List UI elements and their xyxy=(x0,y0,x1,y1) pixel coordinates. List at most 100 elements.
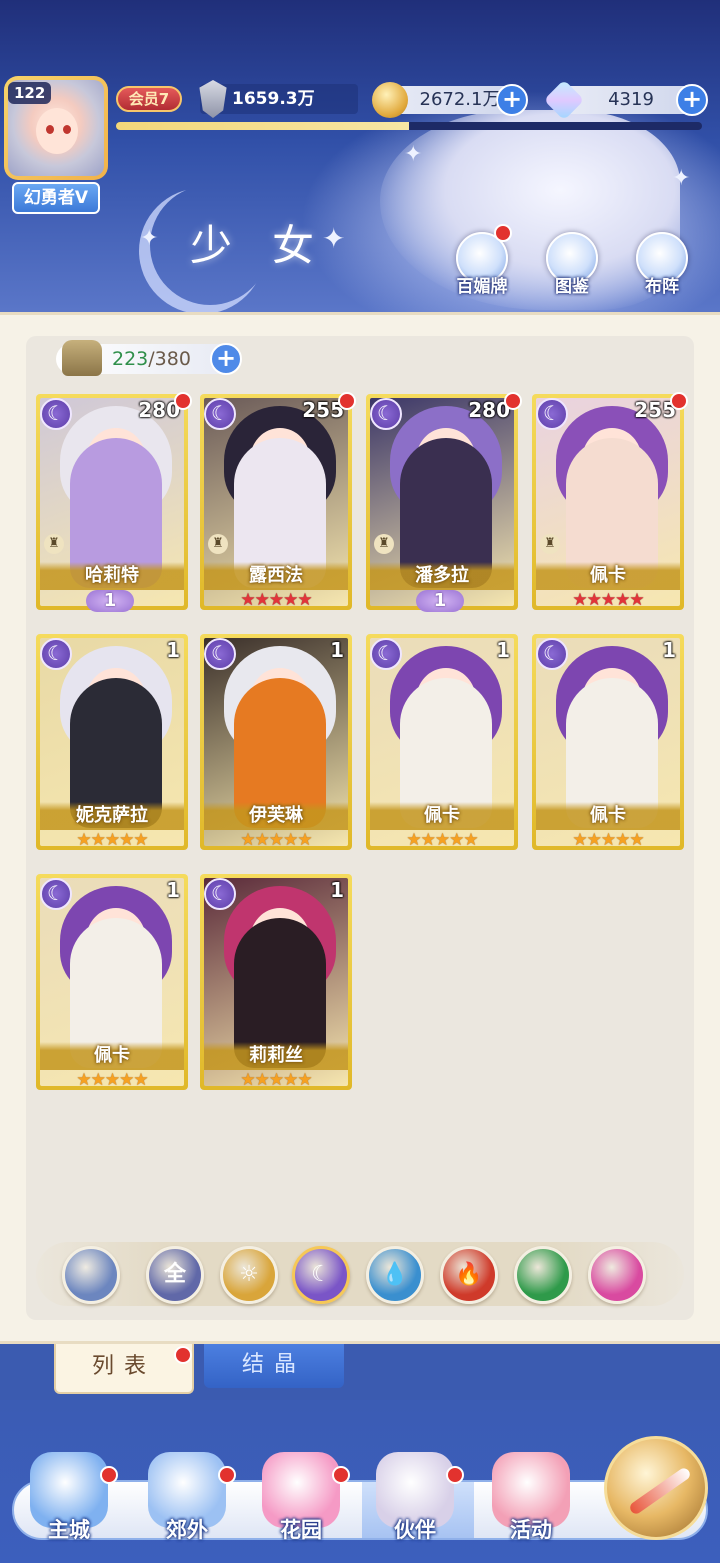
nav-label: 活动 xyxy=(510,1518,552,1542)
compass-icon[interactable] xyxy=(604,1436,708,1540)
avatar-eye xyxy=(46,125,54,134)
moon-element-icon: ☾ xyxy=(40,398,72,430)
tab-crystal[interactable]: 结晶 xyxy=(204,1344,344,1388)
moon-element-icon: ☾ xyxy=(204,878,236,910)
card-name: 露西法 xyxy=(204,562,348,590)
combat-power-value: 1659.3万 xyxy=(232,89,315,109)
gallery-button[interactable]: 图鉴 xyxy=(540,232,604,297)
awaken-wing-badge: 1 xyxy=(86,590,134,612)
star-rating: ★★★★★ xyxy=(240,1070,312,1090)
partner-card[interactable]: ☾ 1 佩卡 ★★★★★ xyxy=(366,634,518,850)
moon-element-icon: ☾ xyxy=(536,638,568,670)
moon-element-icon: ☾ xyxy=(370,398,402,430)
rank-shield-icon xyxy=(199,80,227,118)
partner-card[interactable]: ☾ 1 佩卡 ★★★★★ xyxy=(36,874,188,1090)
wind-icon[interactable] xyxy=(514,1246,572,1304)
sparkle-icon: ✦ xyxy=(404,142,423,167)
all-icon[interactable]: 全 xyxy=(146,1246,204,1304)
wing-emblem-icon[interactable] xyxy=(62,1246,120,1304)
nav-label: 花园 xyxy=(280,1518,322,1542)
water-icon[interactable]: 💧 xyxy=(366,1246,424,1304)
card-name: 佩卡 xyxy=(40,1042,184,1070)
card-name: 佩卡 xyxy=(536,562,680,590)
moon-icon[interactable]: ☾ xyxy=(292,1246,350,1304)
gold-currency: 2672.1万 + xyxy=(372,82,528,118)
notification-dot xyxy=(174,1346,192,1364)
notification-dot xyxy=(100,1466,118,1484)
awaken-wing-badge: 1 xyxy=(416,590,464,612)
orb-icon[interactable] xyxy=(588,1246,646,1304)
card-name: 佩卡 xyxy=(536,802,680,830)
add-gold-button[interactable]: + xyxy=(496,84,528,116)
moon-element-icon: ☾ xyxy=(536,398,568,430)
star-rating: ★★★★★ xyxy=(572,590,644,610)
card-name: 潘多拉 xyxy=(370,562,514,590)
star-rating: ★★★★★ xyxy=(240,590,312,610)
experience-fill xyxy=(116,122,409,130)
nav-gift[interactable]: 活动 xyxy=(476,1452,586,1544)
nav-gate[interactable]: 郊外 xyxy=(132,1452,242,1544)
nav-castle[interactable]: 主城 xyxy=(14,1452,124,1544)
notification-dot xyxy=(332,1466,350,1484)
fire-icon[interactable]: 🔥 xyxy=(440,1246,498,1304)
add-gem-button[interactable]: + xyxy=(676,84,708,116)
sparkle-icon: ✦ xyxy=(672,166,691,191)
partner-card[interactable]: ☾ 1 妮克萨拉 ★★★★★ xyxy=(36,634,188,850)
notification-dot xyxy=(670,392,688,410)
partner-card[interactable]: ☾ 280 ♜ 哈莉特 1 xyxy=(36,392,192,612)
partner-card[interactable]: ☾ 255 ♜ 佩卡 ★★★★★ xyxy=(532,392,688,610)
header: ✦ ✦ ✦ ✦ xyxy=(0,0,720,315)
card-name: 莉莉丝 xyxy=(204,1042,348,1070)
card-deck-label: 百媚牌 xyxy=(456,277,508,297)
moon-element-icon: ☾ xyxy=(40,878,72,910)
card-level: 1 xyxy=(496,638,510,662)
star-rating: ★★★★★ xyxy=(406,830,478,850)
gold-amount: 2672.1万 xyxy=(419,89,501,110)
roster-capacity: 223/380 + xyxy=(56,340,242,376)
gallery-label: 图鉴 xyxy=(555,277,589,297)
partner-card[interactable]: ☾ 1 莉莉丝 ★★★★★ xyxy=(200,874,352,1090)
partner-card[interactable]: ☾ 1 伊芙琳 ★★★★★ xyxy=(200,634,352,850)
notification-dot xyxy=(218,1466,236,1484)
nav-heart-garden[interactable]: 花园 xyxy=(246,1452,356,1544)
element-filter-bar xyxy=(36,1242,684,1306)
capacity-current: 223 xyxy=(112,348,149,370)
gem-amount: 4319 xyxy=(608,89,654,110)
card-name: 哈莉特 xyxy=(40,562,184,590)
nav-partner[interactable]: 伙伴 xyxy=(360,1452,470,1544)
nav-label: 郊外 xyxy=(166,1518,208,1542)
nav-label: 主城 xyxy=(48,1518,90,1542)
player-name: 幻勇者V xyxy=(12,182,100,214)
notification-dot xyxy=(338,392,356,410)
gem-currency: 4319 + xyxy=(543,79,708,121)
tab-list[interactable]: 列表 xyxy=(54,1344,194,1394)
nav-label: 伙伴 xyxy=(394,1518,436,1542)
sun-icon[interactable]: ☼ xyxy=(220,1246,278,1304)
notification-dot xyxy=(174,392,192,410)
expand-capacity-button[interactable]: + xyxy=(210,343,242,375)
avatar-face xyxy=(36,108,78,154)
star-rating: ★★★★★ xyxy=(76,830,148,850)
moon-element-icon: ☾ xyxy=(204,638,236,670)
partner-card[interactable]: ☾ 1 佩卡 ★★★★★ xyxy=(532,634,684,850)
formation-label: 布阵 xyxy=(645,277,679,297)
card-name: 妮克萨拉 xyxy=(40,802,184,830)
partner-card[interactable]: ☾ 255 ♜ 露西法 ★★★★★ xyxy=(200,392,356,610)
star-rating: ★★★★★ xyxy=(572,830,644,850)
compass-needle xyxy=(627,1466,693,1516)
card-level: 1 xyxy=(662,638,676,662)
star-rating: ★★★★★ xyxy=(240,830,312,850)
gold-coin-icon xyxy=(372,82,408,118)
card-deck-button[interactable]: 百媚牌 xyxy=(450,224,514,297)
sparkle-icon: ✦ xyxy=(140,226,159,251)
notification-dot xyxy=(446,1466,464,1484)
formation-button[interactable]: 布阵 xyxy=(630,232,694,297)
player-level: 122 xyxy=(8,82,52,104)
vip-badge[interactable]: 会员7 xyxy=(116,86,182,112)
chess-piece-icon: ♜ xyxy=(374,534,394,554)
page-title: 少女 xyxy=(190,221,355,270)
card-level: 1 xyxy=(330,878,344,902)
experience-bar xyxy=(116,122,702,130)
card-level: 1 xyxy=(166,878,180,902)
partner-card[interactable]: ☾ 280 ♜ 潘多拉 1 xyxy=(366,392,522,612)
